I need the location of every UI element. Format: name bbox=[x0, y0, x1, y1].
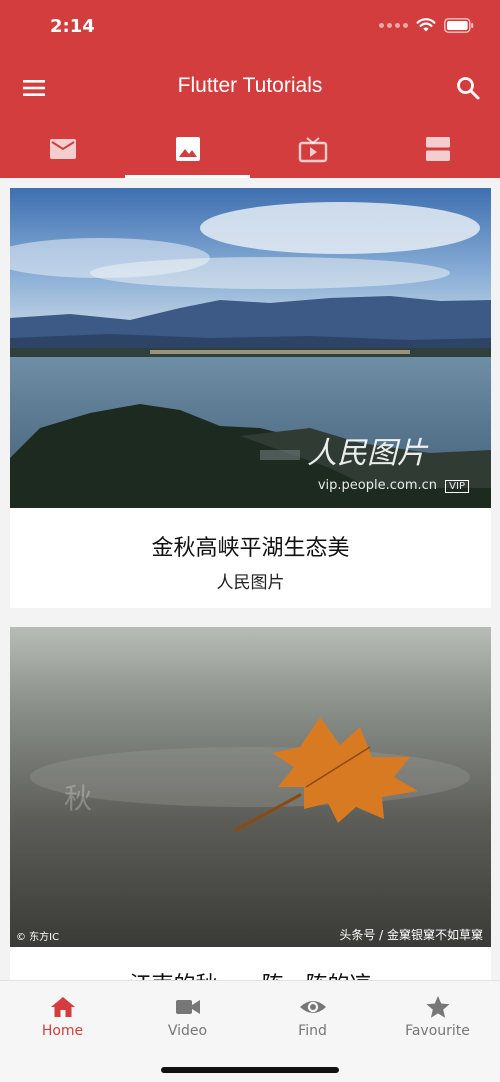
star-icon bbox=[426, 996, 449, 1018]
card-image-leaf[interactable]: 秋 © 东方IC 头条号 / 金窠银窠不如草窠 bbox=[10, 627, 491, 947]
tab-bar bbox=[0, 120, 500, 178]
search-button[interactable] bbox=[454, 74, 482, 102]
card-title: 江南的秋，一阵一阵的凉 bbox=[10, 967, 491, 980]
tab-tv[interactable] bbox=[250, 120, 375, 178]
news-feed[interactable]: 人民图片 vip.people.com.cn VIP 金秋高峡平湖生态美 人民图… bbox=[0, 178, 500, 980]
tab-mail[interactable] bbox=[0, 120, 125, 178]
nav-favourite-label: Favourite bbox=[405, 1023, 470, 1039]
search-icon bbox=[457, 77, 480, 100]
card-image-lake[interactable]: 人民图片 vip.people.com.cn VIP bbox=[10, 188, 491, 508]
app-bar: Flutter Tutorials bbox=[0, 54, 500, 120]
watermark-badge: VIP bbox=[445, 480, 469, 493]
nav-find-label: Find bbox=[298, 1023, 327, 1039]
tab-agenda[interactable] bbox=[375, 120, 500, 178]
status-time: 2:14 bbox=[50, 16, 95, 37]
watermark-url-text: vip.people.com.cn bbox=[317, 478, 438, 493]
page-title: Flutter Tutorials bbox=[177, 74, 323, 97]
mail-icon bbox=[49, 139, 76, 159]
watermark-logo: 人民图片 bbox=[307, 436, 427, 471]
nav-video-label: Video bbox=[167, 1023, 208, 1039]
nav-home[interactable]: Home bbox=[0, 981, 125, 1082]
status-bar: 2:14 bbox=[0, 0, 500, 54]
tab-image[interactable] bbox=[125, 120, 250, 178]
eye-icon bbox=[299, 1001, 326, 1013]
news-card[interactable]: 人民图片 vip.people.com.cn VIP 金秋高峡平湖生态美 人民图… bbox=[10, 188, 491, 608]
wifi-icon bbox=[416, 18, 436, 32]
card-source: 人民图片 bbox=[216, 573, 285, 593]
image-watermark: 秋 bbox=[64, 782, 93, 815]
image-credit: © 东方IC bbox=[16, 932, 60, 943]
home-indicator bbox=[161, 1067, 339, 1073]
news-card[interactable]: 秋 © 东方IC 头条号 / 金窠银窠不如草窠 江南的秋，一阵一阵的凉 bbox=[10, 627, 491, 980]
home-icon bbox=[50, 997, 75, 1017]
video-icon bbox=[175, 1000, 200, 1014]
tv-icon bbox=[298, 137, 327, 163]
image-icon bbox=[175, 137, 200, 161]
status-icons bbox=[379, 17, 474, 33]
nav-home-label: Home bbox=[41, 1023, 84, 1039]
battery-icon bbox=[444, 17, 474, 33]
signal-icon bbox=[379, 22, 408, 28]
card-title: 金秋高峡平湖生态美 bbox=[151, 536, 350, 561]
view-agenda-icon bbox=[425, 137, 450, 161]
nav-favourite[interactable]: Favourite bbox=[375, 981, 500, 1082]
image-author: 头条号 / 金窠银窠不如草窠 bbox=[339, 928, 483, 942]
watermark-url: vip.people.com.cn VIP bbox=[318, 478, 469, 493]
